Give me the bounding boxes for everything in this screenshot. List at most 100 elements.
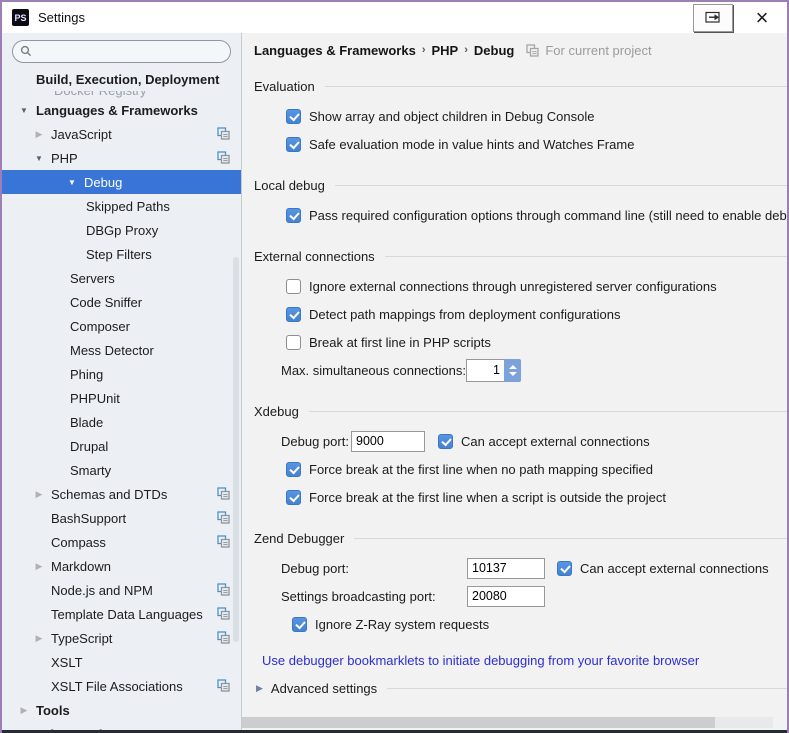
sidebar-item-dbgp-proxy[interactable]: DBGp Proxy xyxy=(2,218,241,242)
checkbox-row-force-break-no-mapping[interactable]: Force break at the first line when no pa… xyxy=(254,455,787,483)
sidebar-item-other-settings[interactable]: ▶Other Settings xyxy=(2,722,241,730)
checkbox[interactable] xyxy=(292,617,307,632)
max-connections-input[interactable] xyxy=(466,359,504,382)
spinner-stepper[interactable] xyxy=(504,359,521,382)
advanced-settings-toggle[interactable]: ▶ Advanced settings xyxy=(254,674,787,702)
checkbox[interactable] xyxy=(438,434,453,449)
sidebar-item-skipped-paths[interactable]: Skipped Paths xyxy=(2,194,241,218)
checkbox-label: Can accept external connections xyxy=(580,561,769,576)
checkbox-row-pass-required-config[interactable]: Pass required configuration options thro… xyxy=(254,201,787,229)
window-helper-button[interactable] xyxy=(693,4,733,32)
max-connections-spinner[interactable] xyxy=(466,359,521,382)
sidebar-scrollbar[interactable] xyxy=(233,257,239,642)
checkbox[interactable] xyxy=(286,208,301,223)
zend-broadcast-port-input[interactable] xyxy=(467,586,545,607)
sidebar-item-xslt-file-associations[interactable]: XSLT File Associations xyxy=(2,674,241,698)
sidebar-item-label: Schemas and DTDs xyxy=(51,487,167,502)
checkbox[interactable] xyxy=(286,137,301,152)
sidebar-item-label: XSLT File Associations xyxy=(51,679,183,694)
sidebar-item-languages-frameworks[interactable]: ▼ Languages & Frameworks xyxy=(2,98,241,122)
checkbox-row-force-break-outside-project[interactable]: Force break at the first line when a scr… xyxy=(254,483,787,511)
sidebar-item-blade[interactable]: Blade xyxy=(2,410,241,434)
checkbox[interactable] xyxy=(286,462,301,477)
breadcrumb-segment[interactable]: Languages & Frameworks xyxy=(254,43,416,58)
checkbox[interactable] xyxy=(286,307,301,322)
sidebar-item-label: Servers xyxy=(70,271,115,286)
sidebar-item-node-js-and-npm[interactable]: Node.js and NPM xyxy=(2,578,241,602)
sidebar-item-label: Smarty xyxy=(70,463,111,478)
sidebar-item-phing[interactable]: Phing xyxy=(2,362,241,386)
breadcrumb: Languages & Frameworks › PHP › Debug For… xyxy=(254,36,787,64)
breadcrumb-segment[interactable]: PHP xyxy=(432,43,459,58)
sidebar-item-code-sniffer[interactable]: Code Sniffer xyxy=(2,290,241,314)
sidebar-item-javascript[interactable]: ▶ JavaScript xyxy=(2,122,241,146)
sidebar-item-servers[interactable]: Servers xyxy=(2,266,241,290)
sidebar-item-bashsupport[interactable]: BashSupport xyxy=(2,506,241,530)
phpstorm-app-icon: PS xyxy=(12,9,29,26)
sidebar-item-schemas-and-dtds[interactable]: ▶ Schemas and DTDs xyxy=(2,482,241,506)
sidebar-item-label: JavaScript xyxy=(51,127,112,142)
sidebar-item-step-filters[interactable]: Step Filters xyxy=(2,242,241,266)
horizontal-scrollbar[interactable] xyxy=(242,717,773,728)
chevron-right-icon[interactable]: ▶ xyxy=(32,129,46,140)
sidebar-item-label: Drupal xyxy=(70,439,108,454)
sidebar-item-label: Languages & Frameworks xyxy=(36,103,198,118)
spinner-up-icon[interactable] xyxy=(509,365,517,369)
checkbox-row-ignore-external-connections[interactable]: Ignore external connections through unre… xyxy=(254,272,787,300)
chevron-down-icon[interactable]: ▼ xyxy=(65,178,79,187)
sidebar-item-template-data-languages[interactable]: Template Data Languages xyxy=(2,602,241,626)
chevron-right-icon[interactable]: ▶ xyxy=(32,561,46,572)
sidebar-item-tools[interactable]: ▶Tools xyxy=(2,698,241,722)
checkbox-row-safe-evaluation-mode[interactable]: Safe evaluation mode in value hints and … xyxy=(254,130,787,158)
checkbox[interactable] xyxy=(557,561,572,576)
chevron-right-icon[interactable]: ▶ xyxy=(17,729,31,730)
sidebar-item-xslt[interactable]: XSLT xyxy=(2,650,241,674)
sidebar-item-label: Compass xyxy=(51,535,106,550)
checkbox-row-break-at-first-line[interactable]: Break at first line in PHP scripts xyxy=(254,328,787,356)
chevron-right-icon[interactable]: ▶ xyxy=(32,489,46,500)
spinner-down-icon[interactable] xyxy=(509,372,517,376)
checkbox-row-detect-path-mappings[interactable]: Detect path mappings from deployment con… xyxy=(254,300,787,328)
checkbox-label: Safe evaluation mode in value hints and … xyxy=(309,137,634,152)
sidebar-item-compass[interactable]: Compass xyxy=(2,530,241,554)
sidebar-item-drupal[interactable]: Drupal xyxy=(2,434,241,458)
horizontal-scrollbar-thumb[interactable] xyxy=(242,717,715,728)
sidebar-item-label: Code Sniffer xyxy=(70,295,142,310)
checkbox-label: Force break at the first line when no pa… xyxy=(309,462,653,477)
chevron-right-icon[interactable]: ▶ xyxy=(17,705,31,716)
sidebar-item-mess-detector[interactable]: Mess Detector xyxy=(2,338,241,362)
sidebar-item-label: Step Filters xyxy=(86,247,152,262)
sidebar-item-markdown[interactable]: ▶Markdown xyxy=(2,554,241,578)
sidebar-item-label: Template Data Languages xyxy=(51,607,203,622)
checkbox-row-ignore-zray[interactable]: Ignore Z-Ray system requests xyxy=(254,610,787,638)
sidebar-item-typescript[interactable]: ▶TypeScript xyxy=(2,626,241,650)
max-connections-label: Max. simultaneous connections: xyxy=(281,363,466,378)
sidebar-item-composer[interactable]: Composer xyxy=(2,314,241,338)
checkbox[interactable] xyxy=(286,335,301,350)
checkbox-label: Break at first line in PHP scripts xyxy=(309,335,491,350)
bookmarklets-link[interactable]: Use debugger bookmarklets to initiate de… xyxy=(262,653,699,668)
for-current-project-label: For current project xyxy=(545,43,651,58)
search-input[interactable] xyxy=(38,44,226,60)
sidebar-item-debug[interactable]: ▼Debug xyxy=(2,170,241,194)
chevron-right-icon[interactable]: ▶ xyxy=(32,633,46,644)
section-title-local-debug: Local debug xyxy=(254,171,787,199)
sidebar-item-phpunit[interactable]: PHPUnit xyxy=(2,386,241,410)
search-box[interactable] xyxy=(12,40,231,63)
chevron-down-icon[interactable]: ▼ xyxy=(32,154,46,163)
checkbox-row-show-array-children[interactable]: Show array and object children in Debug … xyxy=(254,102,787,130)
titlebar: PS Settings × xyxy=(2,2,787,33)
xdebug-debug-port-input[interactable] xyxy=(351,431,425,452)
chevron-down-icon[interactable]: ▼ xyxy=(17,106,31,115)
zend-debug-port-row: Debug port: Can accept external connecti… xyxy=(254,554,787,582)
zend-debug-port-input[interactable] xyxy=(467,558,545,579)
sidebar-item-smarty[interactable]: Smarty xyxy=(2,458,241,482)
checkbox[interactable] xyxy=(286,109,301,124)
close-button[interactable]: × xyxy=(749,5,775,31)
chevron-right-icon[interactable]: ▶ xyxy=(256,683,263,694)
settings-window: PS Settings × xyxy=(0,0,789,733)
sidebar-item-build-execution-deployment[interactable]: Build, Execution, Deployment xyxy=(2,67,241,91)
sidebar-item-php[interactable]: ▼PHP xyxy=(2,146,241,170)
checkbox[interactable] xyxy=(286,490,301,505)
checkbox[interactable] xyxy=(286,279,301,294)
